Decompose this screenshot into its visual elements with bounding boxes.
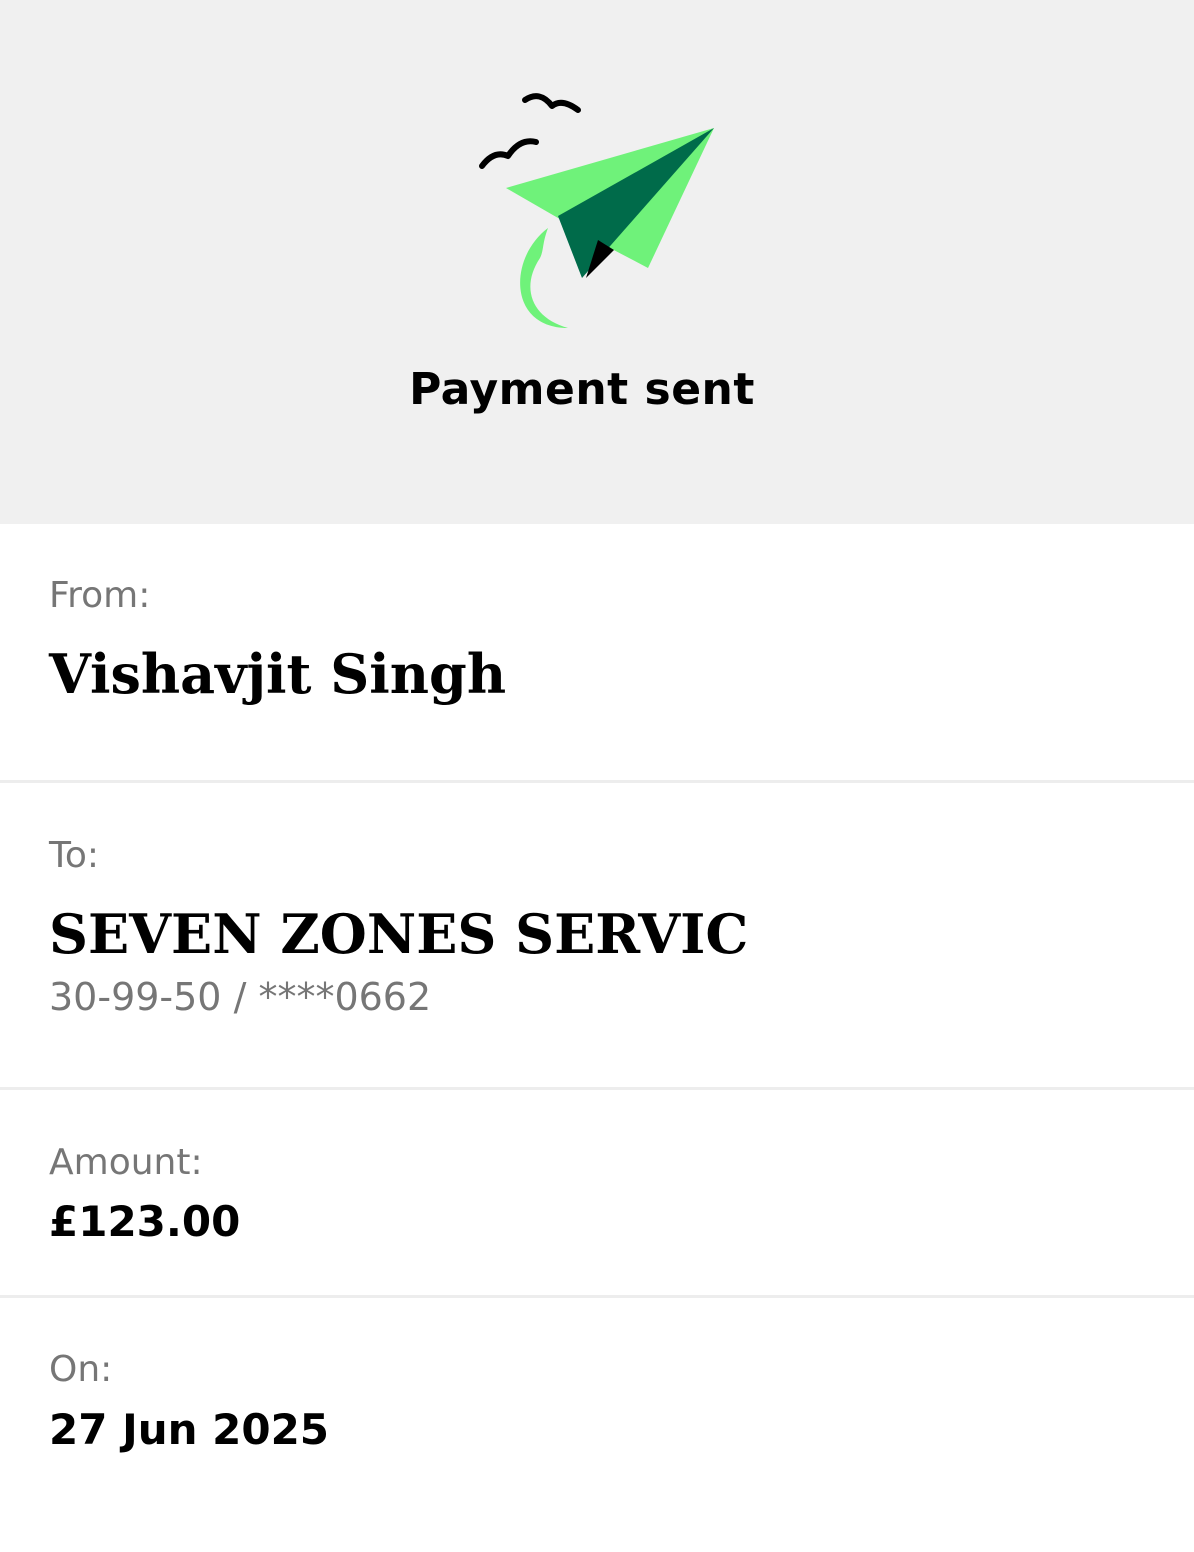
divider <box>0 780 1194 783</box>
payment-receipt-card: Payment sent From: Vishavjit Singh To: S… <box>0 0 1194 1552</box>
to-label: To: <box>49 835 100 876</box>
date-label: On: <box>49 1349 113 1390</box>
sender-name: Vishavjit Singh <box>49 642 507 706</box>
page-title: Payment sent <box>409 364 755 415</box>
recipient-account: 30-99-50 / ****0662 <box>49 975 432 1019</box>
paper-plane-icon <box>479 93 714 328</box>
divider <box>0 1087 1194 1090</box>
recipient-name: SEVEN ZONES SERVIC <box>49 902 749 966</box>
date-value: 27 Jun 2025 <box>49 1405 330 1454</box>
from-label: From: <box>49 575 151 616</box>
payment-header: Payment sent <box>0 0 1194 524</box>
divider <box>0 1295 1194 1298</box>
amount-label: Amount: <box>49 1142 203 1183</box>
amount-value: £123.00 <box>49 1197 241 1246</box>
